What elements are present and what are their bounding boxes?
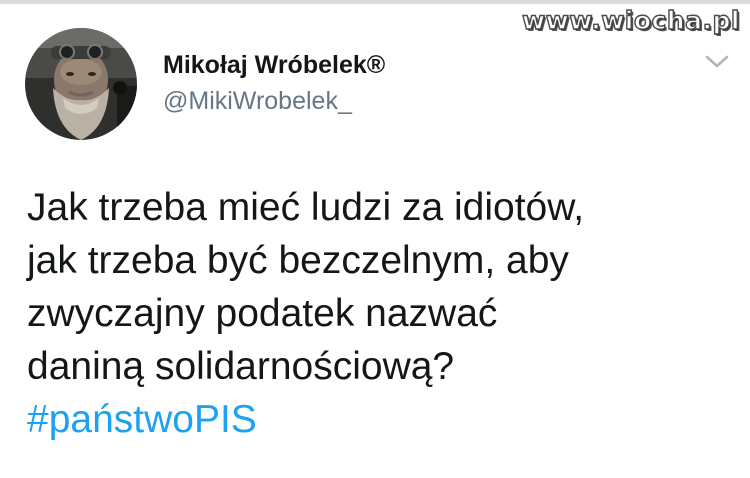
user-meta: Mikołaj Wróbelek® @MikiWrobelek_	[163, 49, 385, 118]
author-display-name[interactable]: Mikołaj Wróbelek®	[163, 49, 385, 81]
tweet-text-line: daniną solidarnościową?	[27, 345, 455, 388]
tweet-text-line: jak trzeba być bezczelnym, aby	[27, 239, 569, 282]
avatar[interactable]	[25, 28, 137, 140]
author-handle[interactable]: @MikiWrobelek_	[163, 84, 385, 118]
chevron-down-icon[interactable]	[704, 52, 730, 70]
hashtag-link[interactable]: #państwoPIS	[27, 393, 257, 446]
tweet-text: Jak trzeba mieć ludzi za idiotów, jak tr…	[27, 181, 727, 446]
avatar-photo	[25, 28, 137, 140]
tweet-text-line: Jak trzeba mieć ludzi za idiotów,	[27, 186, 585, 229]
tweet-text-line: zwyczajny podatek nazwać	[27, 292, 498, 335]
tweet-header: Mikołaj Wróbelek® @MikiWrobelek_	[22, 28, 732, 148]
top-divider	[0, 0, 750, 4]
